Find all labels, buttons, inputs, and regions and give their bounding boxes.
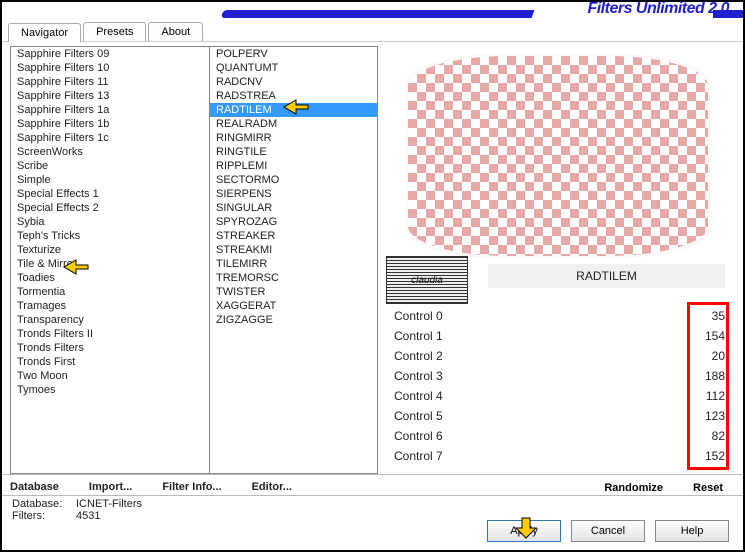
category-item[interactable]: Transparency bbox=[11, 313, 209, 327]
category-list[interactable]: Sapphire Filters 09Sapphire Filters 10Sa… bbox=[10, 46, 210, 474]
import-link[interactable]: Import... bbox=[89, 481, 132, 493]
category-item[interactable]: Tramages bbox=[11, 299, 209, 313]
category-item[interactable]: Teph's Tricks bbox=[11, 229, 209, 243]
category-item[interactable]: Sapphire Filters 1c bbox=[11, 131, 209, 145]
tab-navigator[interactable]: Navigator bbox=[8, 23, 81, 42]
tab-presets[interactable]: Presets bbox=[83, 22, 146, 41]
category-item[interactable]: Texturize bbox=[11, 243, 209, 257]
category-item[interactable]: Sapphire Filters 1a bbox=[11, 103, 209, 117]
filter-item[interactable]: ZIGZAGGE bbox=[210, 313, 377, 327]
preview-image bbox=[408, 56, 708, 256]
status-db-value: ICNET-Filters bbox=[76, 498, 142, 510]
reset-link[interactable]: Reset bbox=[693, 482, 723, 494]
control-value: 188 bbox=[685, 369, 725, 383]
status-db-label: Database: bbox=[12, 498, 70, 510]
window-title: Filters Unlimited 2.0 bbox=[587, 0, 729, 18]
control-value: 82 bbox=[685, 429, 725, 443]
filter-item[interactable]: SIERPENS bbox=[210, 187, 377, 201]
filter-item[interactable]: RINGMIRR bbox=[210, 131, 377, 145]
control-label: Control 6 bbox=[394, 429, 443, 443]
category-item[interactable]: Simple bbox=[11, 173, 209, 187]
control-row[interactable]: Control 2 20 bbox=[394, 346, 725, 366]
control-row[interactable]: Control 5 123 bbox=[394, 406, 725, 426]
filter-item[interactable]: XAGGERAT bbox=[210, 299, 377, 313]
filter-name-label: RADTILEM bbox=[488, 264, 725, 288]
control-row[interactable]: Control 1 154 bbox=[394, 326, 725, 346]
filter-item[interactable]: RINGTILE bbox=[210, 145, 377, 159]
category-item[interactable]: Sybia bbox=[11, 215, 209, 229]
control-label: Control 5 bbox=[394, 409, 443, 423]
category-item[interactable]: Tormentia bbox=[11, 285, 209, 299]
right-pane: claudia RADTILEM Control 0 35 Control 1 154… bbox=[378, 46, 735, 474]
filter-item[interactable]: RADTILEM bbox=[210, 103, 377, 117]
status-filters-label: Filters: bbox=[12, 510, 70, 522]
control-label: Control 7 bbox=[394, 449, 443, 463]
filter-item[interactable]: SECTORMO bbox=[210, 173, 377, 187]
control-row[interactable]: Control 0 35 bbox=[394, 306, 725, 326]
filter-item[interactable]: RADSTREA bbox=[210, 89, 377, 103]
category-item[interactable]: Sapphire Filters 13 bbox=[11, 89, 209, 103]
category-item[interactable]: Tronds First bbox=[11, 355, 209, 369]
control-row[interactable]: Control 3 188 bbox=[394, 366, 725, 386]
control-value: 123 bbox=[685, 409, 725, 423]
filter-item[interactable]: TWISTER bbox=[210, 285, 377, 299]
filter-item[interactable]: RADCNV bbox=[210, 75, 377, 89]
filter-item[interactable]: TREMORSC bbox=[210, 271, 377, 285]
status-filters-value: 4531 bbox=[76, 510, 100, 522]
category-item[interactable]: Tymoes bbox=[11, 383, 209, 397]
control-label: Control 4 bbox=[394, 389, 443, 403]
control-row[interactable]: Control 6 82 bbox=[394, 426, 725, 446]
control-label: Control 2 bbox=[394, 349, 443, 363]
editor-link[interactable]: Editor... bbox=[252, 481, 292, 493]
title-stripe bbox=[221, 10, 535, 18]
category-item[interactable]: Special Effects 1 bbox=[11, 187, 209, 201]
watermark: claudia bbox=[386, 256, 468, 304]
filter-item[interactable]: STREAKMI bbox=[210, 243, 377, 257]
filter-info-link[interactable]: Filter Info... bbox=[162, 481, 221, 493]
tab-bar: NavigatorPresetsAbout bbox=[2, 22, 743, 42]
control-label: Control 3 bbox=[394, 369, 443, 383]
filter-item[interactable]: TILEMIRR bbox=[210, 257, 377, 271]
control-row[interactable]: Control 4 112 bbox=[394, 386, 725, 406]
filter-item[interactable]: POLPERV bbox=[210, 47, 377, 61]
filter-item[interactable]: SINGULAR bbox=[210, 201, 377, 215]
category-item[interactable]: Tronds Filters bbox=[11, 341, 209, 355]
randomize-link[interactable]: Randomize bbox=[604, 482, 663, 494]
control-row[interactable]: Control 7 152 bbox=[394, 446, 725, 466]
control-label: Control 1 bbox=[394, 329, 443, 343]
filter-item[interactable]: SPYROZAG bbox=[210, 215, 377, 229]
controls-panel: Control 035Control 1154Control 220Contro… bbox=[394, 306, 725, 466]
control-value: 154 bbox=[685, 329, 725, 343]
control-label: Control 0 bbox=[394, 309, 443, 323]
category-item[interactable]: Special Effects 2 bbox=[11, 201, 209, 215]
apply-button[interactable]: Apply bbox=[487, 520, 561, 542]
category-item[interactable]: Sapphire Filters 11 bbox=[11, 75, 209, 89]
category-item[interactable]: Tile & Mirror bbox=[11, 257, 209, 271]
category-item[interactable]: Sapphire Filters 10 bbox=[11, 61, 209, 75]
filter-item[interactable]: REALRADM bbox=[210, 117, 377, 131]
button-row: Apply Cancel Help bbox=[487, 520, 729, 542]
category-item[interactable]: Scribe bbox=[11, 159, 209, 173]
category-item[interactable]: Tronds Filters II bbox=[11, 327, 209, 341]
category-item[interactable]: ScreenWorks bbox=[11, 145, 209, 159]
tab-about[interactable]: About bbox=[148, 22, 203, 41]
category-item[interactable]: Sapphire Filters 1b bbox=[11, 117, 209, 131]
filter-item[interactable]: QUANTUMT bbox=[210, 61, 377, 75]
cancel-button[interactable]: Cancel bbox=[571, 520, 645, 542]
control-value: 20 bbox=[685, 349, 725, 363]
help-button[interactable]: Help bbox=[655, 520, 729, 542]
category-item[interactable]: Two Moon bbox=[11, 369, 209, 383]
control-value: 112 bbox=[685, 389, 725, 403]
control-value: 35 bbox=[685, 309, 725, 323]
filter-item[interactable]: STREAKER bbox=[210, 229, 377, 243]
category-item[interactable]: Toadies bbox=[11, 271, 209, 285]
filter-list[interactable]: POLPERVQUANTUMTRADCNVRADSTREARADTILEMREA… bbox=[210, 46, 378, 474]
database-link[interactable]: Database bbox=[10, 481, 59, 493]
filter-item[interactable]: RIPPLEMI bbox=[210, 159, 377, 173]
title-bar: Filters Unlimited 2.0 bbox=[2, 2, 743, 20]
category-item[interactable]: Sapphire Filters 09 bbox=[11, 47, 209, 61]
control-value: 152 bbox=[685, 449, 725, 463]
